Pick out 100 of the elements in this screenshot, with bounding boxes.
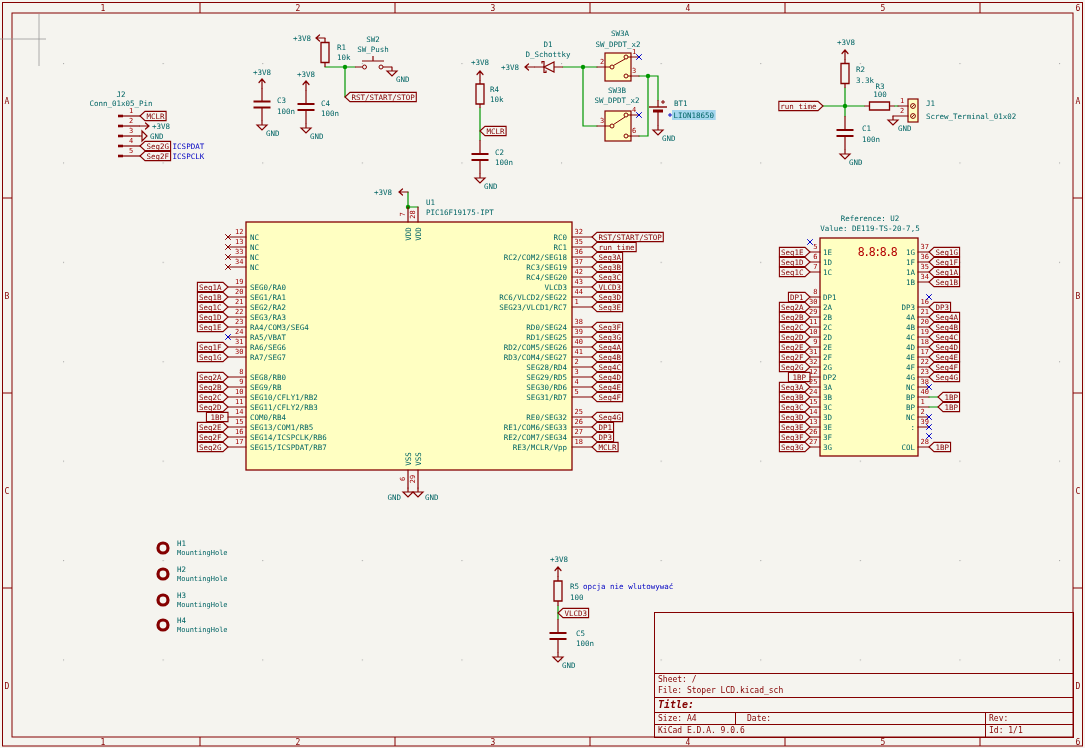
- pin-line: [630, 75, 640, 77]
- row-letter: A: [1075, 96, 1081, 106]
- pin-line: [571, 256, 593, 258]
- pin-line: [917, 261, 930, 263]
- pin-line: [407, 206, 409, 223]
- power-arrow-icon: [302, 80, 310, 91]
- wire: [557, 605, 559, 620]
- pin-line: [571, 376, 593, 378]
- pin-line: [227, 346, 247, 348]
- junction-dot-icon: [645, 73, 651, 79]
- pin-line: [917, 271, 930, 273]
- power-arrow-icon: [315, 34, 326, 42]
- column-number: 3: [490, 737, 496, 747]
- pin-line: [809, 296, 821, 298]
- battery-icon: [648, 99, 668, 127]
- pin-line: [917, 316, 930, 318]
- mounting-hole-icon: [156, 593, 170, 607]
- lcd-digits-text: 8.8:8.8: [857, 245, 897, 259]
- pin-line: [227, 426, 247, 428]
- pin-line: [917, 406, 930, 408]
- pin-line: [227, 256, 247, 258]
- column-number: 6: [1075, 737, 1081, 747]
- pin-line: [917, 446, 930, 448]
- ground-icon: [402, 487, 415, 498]
- pin-line: [809, 416, 821, 418]
- header-pin-icon: [117, 134, 141, 138]
- sheet-size: Size: A4: [658, 714, 697, 723]
- pin-line: [917, 326, 930, 328]
- capacitor-icon: [296, 89, 316, 125]
- pin-line: [227, 296, 247, 298]
- pin-line: [809, 406, 821, 408]
- pin-line: [417, 469, 419, 489]
- ground-icon: [552, 652, 565, 663]
- pin-line: [917, 306, 930, 308]
- ground-icon: [412, 487, 425, 498]
- pin-line: [227, 396, 247, 398]
- mounting-hole-icon: [156, 541, 170, 555]
- pin-line: [917, 426, 930, 428]
- pin-line: [227, 376, 247, 378]
- junction-dot-icon: [405, 204, 411, 210]
- junction-dot-icon: [842, 103, 848, 109]
- pin-line: [227, 416, 247, 418]
- row-letter: D: [4, 681, 10, 691]
- pin-line: [227, 336, 247, 338]
- push-button-icon: [354, 55, 393, 70]
- header-pin-icon: [117, 144, 141, 148]
- column-number: 2: [295, 3, 301, 13]
- pin-line: [596, 125, 606, 127]
- column-number: 5: [880, 3, 886, 13]
- no-connect-icon: [926, 294, 932, 300]
- no-connect-icon: [926, 414, 932, 420]
- switch-icon: [604, 110, 632, 142]
- pin-line: [227, 246, 247, 248]
- pin-line: [809, 356, 821, 358]
- pin-line: [571, 346, 593, 348]
- pin-line: [571, 336, 593, 338]
- no-connect-icon: [225, 264, 231, 270]
- pin-line: [809, 271, 821, 273]
- no-connect-icon: [225, 334, 231, 340]
- pin-line: [227, 406, 247, 408]
- pin-line: [917, 251, 930, 253]
- column-number: 4: [685, 737, 691, 747]
- row-letter: B: [4, 291, 10, 301]
- diode-icon: [533, 60, 564, 74]
- header-pin-icon: [117, 114, 141, 118]
- pin-line: [227, 356, 247, 358]
- screw-terminal-icon: [907, 98, 919, 123]
- pin-line: [809, 446, 821, 448]
- switch-icon: [604, 52, 632, 82]
- junction-dot-icon: [342, 64, 348, 70]
- pin-line: [809, 306, 821, 308]
- pin-line: [571, 286, 593, 288]
- pin-line: [571, 246, 593, 248]
- revision-label: Rev:: [989, 714, 1009, 723]
- resistor-icon: [840, 58, 850, 89]
- pin-line: [809, 386, 821, 388]
- row-letter: C: [1075, 486, 1081, 496]
- pin-line: [227, 386, 247, 388]
- resistor-icon: [553, 575, 563, 607]
- capacitor-icon: [835, 115, 855, 151]
- pin-line: [227, 236, 247, 238]
- pin-line: [809, 336, 821, 338]
- no-connect-icon: [225, 244, 231, 250]
- column-number: 5: [880, 737, 886, 747]
- wire: [928, 406, 939, 408]
- ground-icon: [887, 115, 900, 126]
- crosshair-cursor: [0, 13, 47, 67]
- mounting-hole-icon: [156, 618, 170, 632]
- pin-line: [809, 316, 821, 318]
- resistor-icon: [475, 79, 485, 109]
- pin-line: [571, 396, 593, 398]
- pin-line: [917, 356, 930, 358]
- no-connect-icon: [926, 384, 932, 390]
- wire: [479, 107, 481, 141]
- power-arrow-icon: [139, 122, 150, 130]
- sheet-id: Id: 1/1: [989, 727, 1023, 735]
- pin-line: [917, 281, 930, 283]
- column-number: 3: [490, 3, 496, 13]
- capacitor-icon: [548, 618, 568, 654]
- pin-line: [571, 446, 593, 448]
